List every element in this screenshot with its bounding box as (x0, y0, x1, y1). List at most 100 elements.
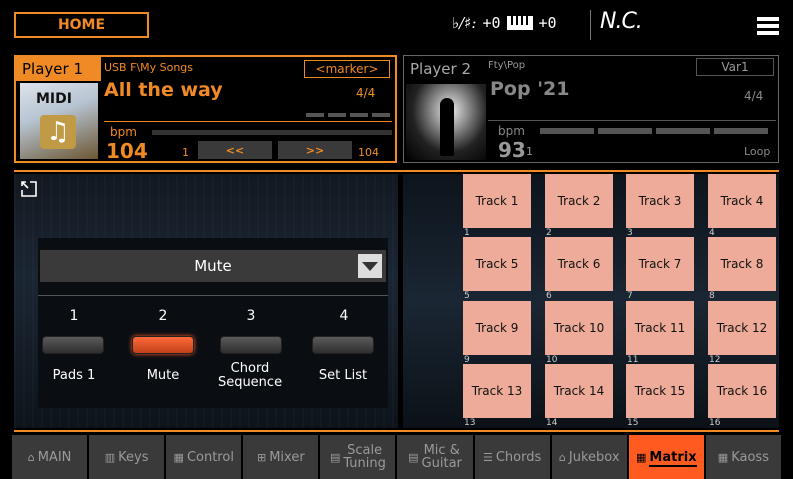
current-bar: 1 (526, 145, 533, 158)
track-pad[interactable]: Track 2 (545, 174, 613, 228)
track-pad[interactable]: Track 7 (626, 237, 694, 291)
tab-kaoss[interactable]: ▦ Kaoss (705, 435, 781, 479)
player-1-panel[interactable]: Player 1 MIDI ♫ USB F\My Songs <marker> … (14, 55, 397, 163)
tab-chords[interactable]: ☰ Chords (474, 435, 550, 479)
track-pad[interactable]: Track 4 (708, 174, 776, 228)
tab-label-line: Mixer (269, 449, 305, 465)
pad-4-button[interactable] (312, 336, 374, 354)
fast-forward-button[interactable]: >> (278, 141, 352, 159)
tab-label: Mic & Guitar (422, 444, 462, 470)
track-pad[interactable]: Track 15 (626, 364, 694, 418)
bottom-tab-bar: ⌂ MAIN ▥ Keys ▦ Control ⊞ Mixer ▤ Scale Tuning ▤ Mic… (12, 435, 781, 479)
pad-2-button[interactable] (132, 336, 194, 354)
time-signature: 4/4 (744, 89, 764, 103)
variation-button[interactable]: Var1 (696, 58, 774, 76)
track-pad[interactable]: Track 10 (545, 301, 613, 355)
transpose-display[interactable]: ♭/♯: +0 +0 (452, 14, 557, 32)
midi-thumbnail: MIDI ♫ (20, 83, 98, 159)
tab-label-line: Control (186, 449, 234, 465)
menu-icon[interactable] (757, 17, 779, 35)
pads-panel: Mute 1 2 3 4 Pads 1 Mute Chord Sequence … (14, 174, 398, 428)
pad-label: Mute (146, 368, 180, 383)
track-index: 8 (709, 291, 715, 301)
track-index: 7 (627, 291, 633, 301)
chevron-down-icon[interactable] (358, 254, 382, 278)
total-bars: 104 (358, 146, 379, 159)
tab-mic[interactable]: ▤ Mic & Guitar (397, 435, 473, 479)
tab-label: Kaoss (731, 451, 769, 464)
pad-3-button[interactable] (220, 336, 282, 354)
matrix-panel: Track 1 1 Track 2 2 Track 3 3 Track 4 4 Track 55… (403, 174, 779, 428)
track-pad[interactable]: Track 16 (708, 364, 776, 418)
scale-icon: ▤ (329, 450, 341, 464)
control-icon: ▦ (173, 450, 184, 464)
home-button[interactable]: HOME (14, 12, 149, 38)
expand-icon[interactable] (20, 180, 38, 198)
tab-label: Chords (496, 451, 541, 464)
beat-indicator (306, 113, 390, 117)
pad-number: 1 (69, 308, 79, 324)
tab-keys[interactable]: ▥ Keys (89, 435, 165, 479)
tab-label: Scale Tuning (343, 444, 386, 470)
track-pad[interactable]: Track 3 (626, 174, 694, 228)
tab-mixer[interactable]: ⊞ Mixer (243, 435, 319, 479)
tab-label-line: Kaoss (731, 449, 769, 465)
rewind-button[interactable]: << (198, 141, 272, 159)
tab-matrix[interactable]: ▦ Matrix (628, 435, 704, 479)
track-pad[interactable]: Track 14 (545, 364, 613, 418)
pad-number: 4 (339, 308, 349, 324)
track-index: 6 (546, 291, 552, 301)
pad-mode-value: Mute (194, 257, 232, 275)
kaoss-icon: ▦ (717, 450, 729, 464)
song-path: USB F\My Songs (104, 61, 194, 74)
pad-controls: Mute 1 2 3 4 Pads 1 Mute Chord Sequence … (38, 238, 388, 408)
divider (14, 430, 779, 432)
track-pad[interactable]: Track 9 (463, 301, 531, 355)
tab-label-line: Tuning (343, 456, 386, 471)
style-thumbnail (406, 84, 486, 160)
tab-control[interactable]: ▦ Control (166, 435, 242, 479)
midi-thumb-text: MIDI (36, 91, 72, 107)
tab-label: Control (187, 451, 234, 464)
tab-label: Mixer (269, 451, 304, 464)
tab-label-line: Jukebox (568, 449, 620, 465)
player-2-panel[interactable]: Player 2 Fty\Pop Var1 Pop '21 4/4 bpm 93… (403, 55, 779, 163)
tab-label-line: Guitar (421, 456, 462, 471)
track-pad[interactable]: Track 6 (545, 237, 613, 291)
tab-label-line: Chords (495, 449, 542, 465)
keys-icon: ▥ (104, 450, 116, 464)
transpose-glyph: ♭/♯: (452, 14, 477, 32)
tab-label-line: Matrix (649, 449, 697, 467)
tab-jukebox[interactable]: ⌂ Jukebox (551, 435, 627, 479)
track-pad[interactable]: Track 1 (463, 174, 531, 228)
track-pad[interactable]: Track 5 (463, 237, 531, 291)
song-progress-bar[interactable] (152, 130, 392, 135)
mixer-icon: ⊞ (256, 450, 267, 464)
matrix-icon: ▦ (636, 450, 647, 464)
octave-value: +0 (538, 14, 557, 32)
track-pad[interactable]: Track 8 (708, 237, 776, 291)
pad-number: 3 (246, 308, 256, 324)
track-index: 16 (709, 418, 721, 428)
marker-button[interactable]: <marker> (304, 60, 390, 78)
pad-label: Chord Sequence (217, 361, 283, 390)
tab-scale[interactable]: ▤ Scale Tuning (320, 435, 396, 479)
tempo-value: 104 (106, 139, 148, 163)
pad-1-button[interactable] (42, 336, 104, 354)
silhouette-image (440, 98, 454, 156)
track-index: 14 (546, 418, 558, 428)
track-pad[interactable]: Track 11 (626, 301, 694, 355)
loop-indicator: Loop (744, 145, 771, 158)
song-title: All the way (104, 79, 223, 101)
tab-main[interactable]: ⌂ MAIN (12, 435, 88, 479)
pad-mode-select[interactable]: Mute (40, 250, 386, 282)
bpm-label: bpm (110, 125, 137, 139)
track-pad[interactable]: Track 13 (463, 364, 531, 418)
track-pad[interactable]: Track 12 (708, 301, 776, 355)
tab-label-line: MAIN (37, 449, 72, 465)
tab-label: Jukebox (569, 451, 620, 464)
player-1-label: Player 1 (16, 57, 101, 81)
divider (590, 10, 591, 40)
tab-label-line: Keys (118, 449, 149, 465)
style-title: Pop '21 (490, 78, 570, 100)
